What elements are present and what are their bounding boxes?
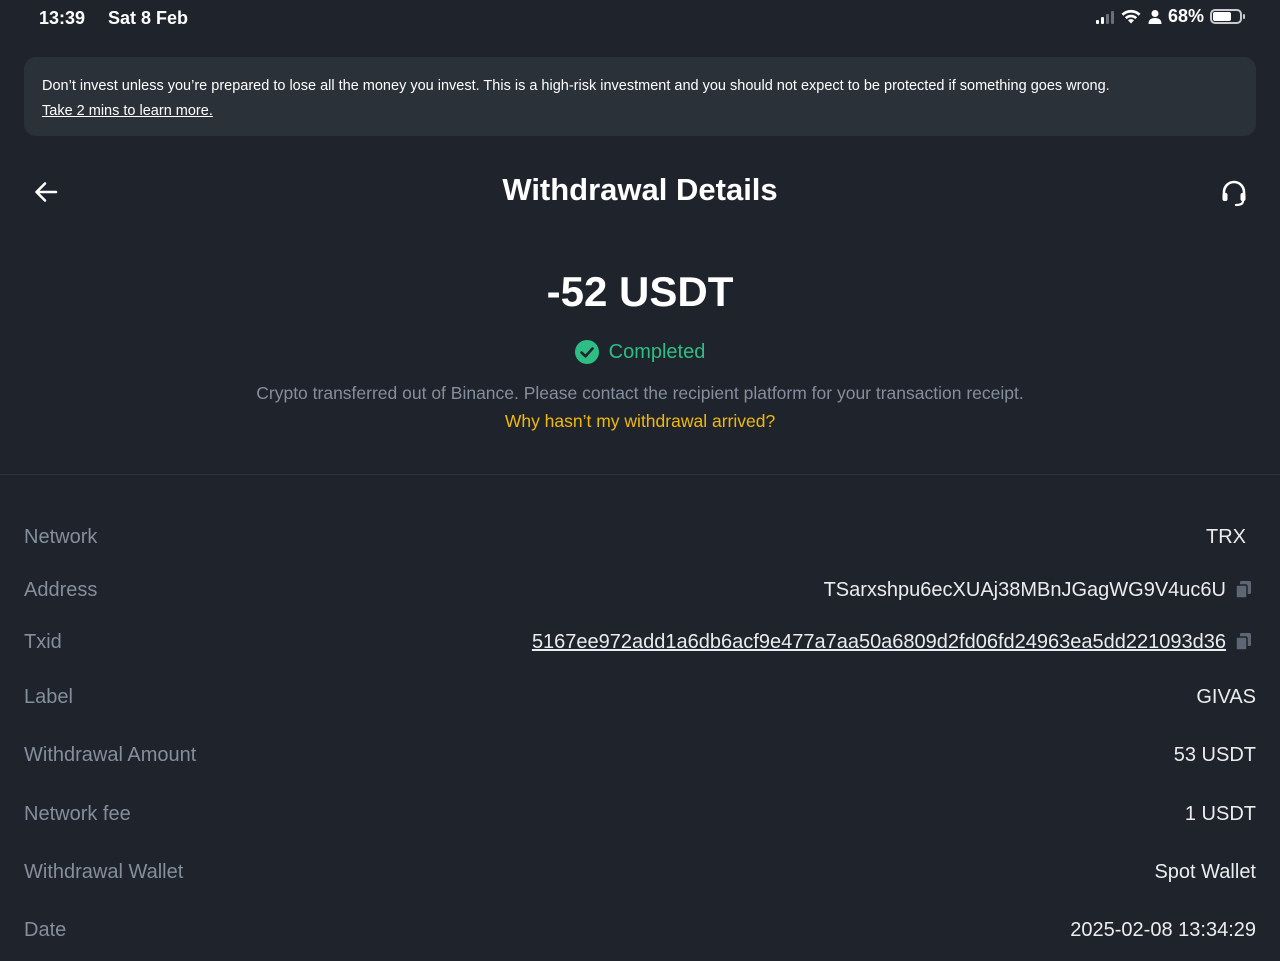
network-value: TRX — [1206, 526, 1246, 548]
detail-row-label: Label GIVAS — [24, 686, 1256, 716]
status-indicators: 68% — [1095, 6, 1245, 27]
status-text: Completed — [608, 340, 706, 363]
battery-percent: 68% — [1167, 6, 1204, 26]
detail-row-network-fee: Network fee 1 USDT — [24, 803, 1256, 833]
headset-icon[interactable] — [1219, 178, 1249, 208]
cellular-signal-icon — [1095, 10, 1114, 24]
section-divider — [0, 474, 1280, 475]
detail-label: Txid — [24, 631, 62, 653]
withdrawal-wallet-value: Spot Wallet — [1154, 861, 1256, 883]
detail-label: Withdrawal Amount — [24, 744, 197, 766]
check-circle-icon — [574, 340, 599, 364]
battery-icon — [1210, 9, 1245, 24]
risk-warning-banner: Don’t invest unless you’re prepared to l… — [24, 57, 1256, 136]
address-value: TSarxshpu6ecXUAj38MBnJGagWG9V4uc6U — [823, 579, 1226, 601]
detail-row-withdrawal-amount: Withdrawal Amount 53 USDT — [24, 744, 1256, 774]
withdrawal-help-link[interactable]: Why hasn’t my withdrawal arrived? — [0, 411, 1280, 432]
txid-link[interactable]: 5167ee972add1a6db6acf9e477a7aa50a6809d2f… — [532, 631, 1226, 654]
detail-label: Withdrawal Wallet — [24, 861, 184, 883]
copy-icon[interactable] — [1235, 580, 1253, 600]
status-badge: Completed — [0, 340, 1280, 364]
detail-row-withdrawal-wallet: Withdrawal Wallet Spot Wallet — [24, 861, 1256, 891]
detail-row-txid: Txid 5167ee972add1a6db6acf9e477a7aa50a68… — [24, 631, 1256, 661]
detail-row-date: Date 2025-02-08 13:34:29 — [24, 919, 1256, 949]
detail-row-address: Address TSarxshpu6ecXUAj38MBnJGagWG9V4uc… — [24, 579, 1256, 609]
detail-row-network: Network TRX — [24, 526, 1256, 556]
status-time: 13:39 — [39, 8, 86, 28]
person-icon — [1148, 9, 1162, 24]
detail-label: Network — [24, 526, 98, 548]
wifi-icon — [1121, 9, 1141, 23]
withdrawal-amount-value: 53 USDT — [1173, 744, 1256, 766]
detail-label: Date — [24, 919, 67, 941]
detail-label: Address — [24, 579, 98, 601]
status-bar: 13:39 Sat 8 Feb 68% — [0, 0, 1280, 38]
withdrawal-amount-total: -52 USDT — [546, 268, 734, 315]
detail-label: Network fee — [24, 803, 131, 825]
date-value: 2025-02-08 13:34:29 — [1070, 919, 1256, 941]
label-value: GIVAS — [1196, 686, 1256, 708]
transfer-note: Crypto transferred out of Binance. Pleas… — [256, 383, 1024, 403]
status-date: Sat 8 Feb — [108, 8, 189, 28]
copy-icon[interactable] — [1235, 632, 1253, 652]
page-title: Withdrawal Details — [502, 172, 778, 207]
network-fee-value: 1 USDT — [1184, 803, 1256, 825]
detail-label: Label — [24, 686, 73, 708]
page-header: Withdrawal Details — [0, 160, 1280, 224]
learn-more-link[interactable]: Take 2 mins to learn more. — [42, 103, 213, 119]
risk-warning-text: Don’t invest unless you’re prepared to l… — [42, 78, 1110, 94]
